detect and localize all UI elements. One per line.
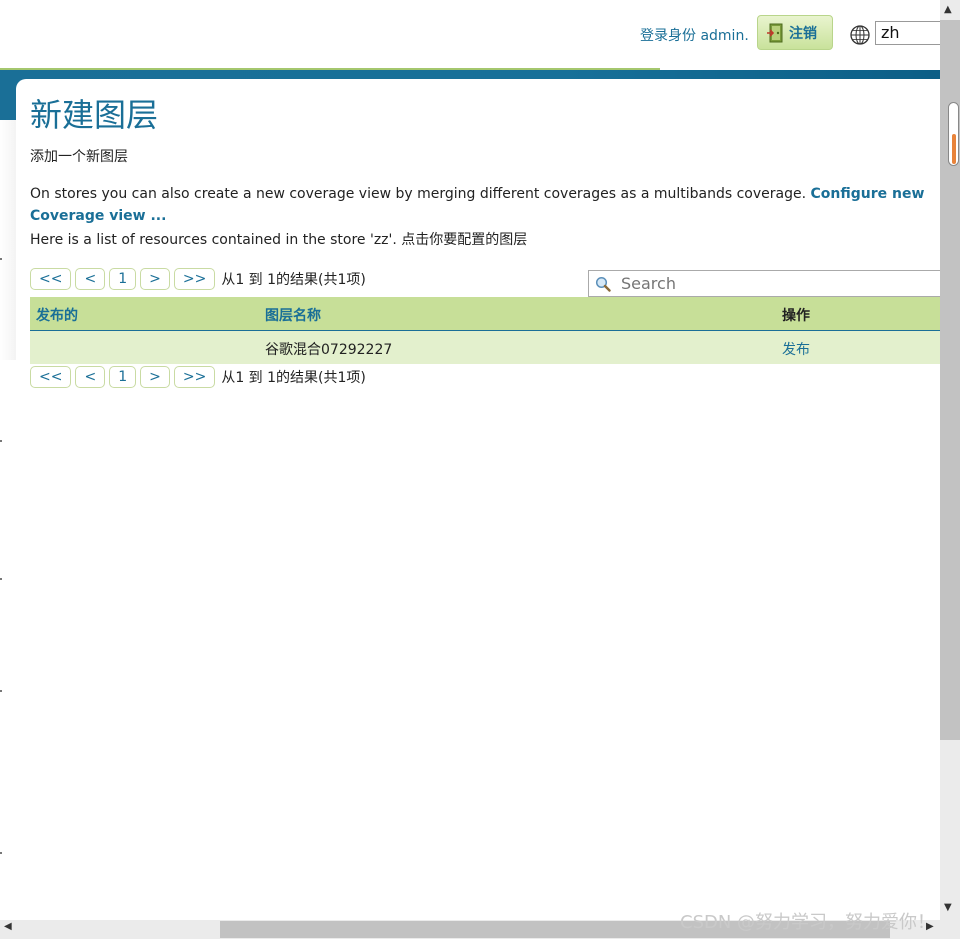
column-header-action: 操作 xyxy=(782,308,810,324)
pager-prev-button[interactable]: < xyxy=(75,366,106,388)
pager-summary: 从1 到 1的结果(共1项) xyxy=(221,272,366,288)
logout-button[interactable]: 注销 xyxy=(757,15,833,50)
pager-summary: 从1 到 1的结果(共1项) xyxy=(221,370,366,386)
pager-first-button[interactable]: << xyxy=(30,366,72,388)
scrollbar-corner xyxy=(940,920,960,939)
pager-last-button[interactable]: >> xyxy=(173,366,216,388)
pager-last-button[interactable]: >> xyxy=(173,268,216,290)
pager-next-button[interactable]: > xyxy=(140,366,170,388)
scroll-left-arrow-icon[interactable]: ◀ xyxy=(4,921,12,932)
language-select[interactable]: zh xyxy=(875,21,945,45)
page-title: 新建图层 xyxy=(30,96,159,134)
scroll-up-arrow-icon[interactable]: ▲ xyxy=(944,4,952,15)
login-status: 登录身份 admin. xyxy=(640,28,749,44)
pager-prev-button[interactable]: < xyxy=(75,268,106,290)
cell-layer-name: 谷歌混合07292227 xyxy=(265,342,393,358)
logout-door-icon xyxy=(767,23,783,42)
globe-icon xyxy=(850,25,870,45)
description-text: On stores you can also create a new cove… xyxy=(30,186,807,202)
left-edge-mark xyxy=(0,852,2,854)
pager-first-button[interactable]: << xyxy=(30,268,72,290)
left-edge-mark xyxy=(0,690,2,692)
resources-description: Here is a list of resources contained in… xyxy=(30,232,528,248)
pager-page-1-button[interactable]: 1 xyxy=(109,366,137,388)
column-header-published[interactable]: 发布的 xyxy=(36,305,78,325)
table-header: 发布的 图层名称 操作 xyxy=(30,297,940,331)
pager-bottom: << < 1 > >> 从1 到 1的结果(共1项) xyxy=(30,366,366,388)
left-edge-mark xyxy=(0,258,2,260)
search-icon xyxy=(595,276,611,292)
table-row: 谷歌混合07292227 发布 xyxy=(30,331,940,364)
logout-label: 注销 xyxy=(789,25,817,42)
watermark: CSDN @努力学习，努力爱你！ xyxy=(680,912,936,933)
scroll-thumb-grip xyxy=(952,134,956,164)
search-box[interactable] xyxy=(588,270,948,297)
resources-table: 发布的 图层名称 操作 谷歌混合07292227 发布 xyxy=(30,297,940,364)
page-subtitle: 添加一个新图层 xyxy=(30,149,128,165)
pager-top: << < 1 > >> 从1 到 1的结果(共1项) xyxy=(30,268,366,290)
left-edge-mark xyxy=(0,440,2,442)
column-header-layer-name[interactable]: 图层名称 xyxy=(265,305,321,325)
coverage-view-description: On stores you can also create a new cove… xyxy=(30,183,950,227)
pager-next-button[interactable]: > xyxy=(140,268,170,290)
publish-link[interactable]: 发布 xyxy=(782,339,810,359)
scroll-down-arrow-icon[interactable]: ▼ xyxy=(944,902,952,913)
search-input[interactable] xyxy=(619,273,923,294)
pager-page-1-button[interactable]: 1 xyxy=(109,268,137,290)
left-edge-mark xyxy=(0,578,2,580)
